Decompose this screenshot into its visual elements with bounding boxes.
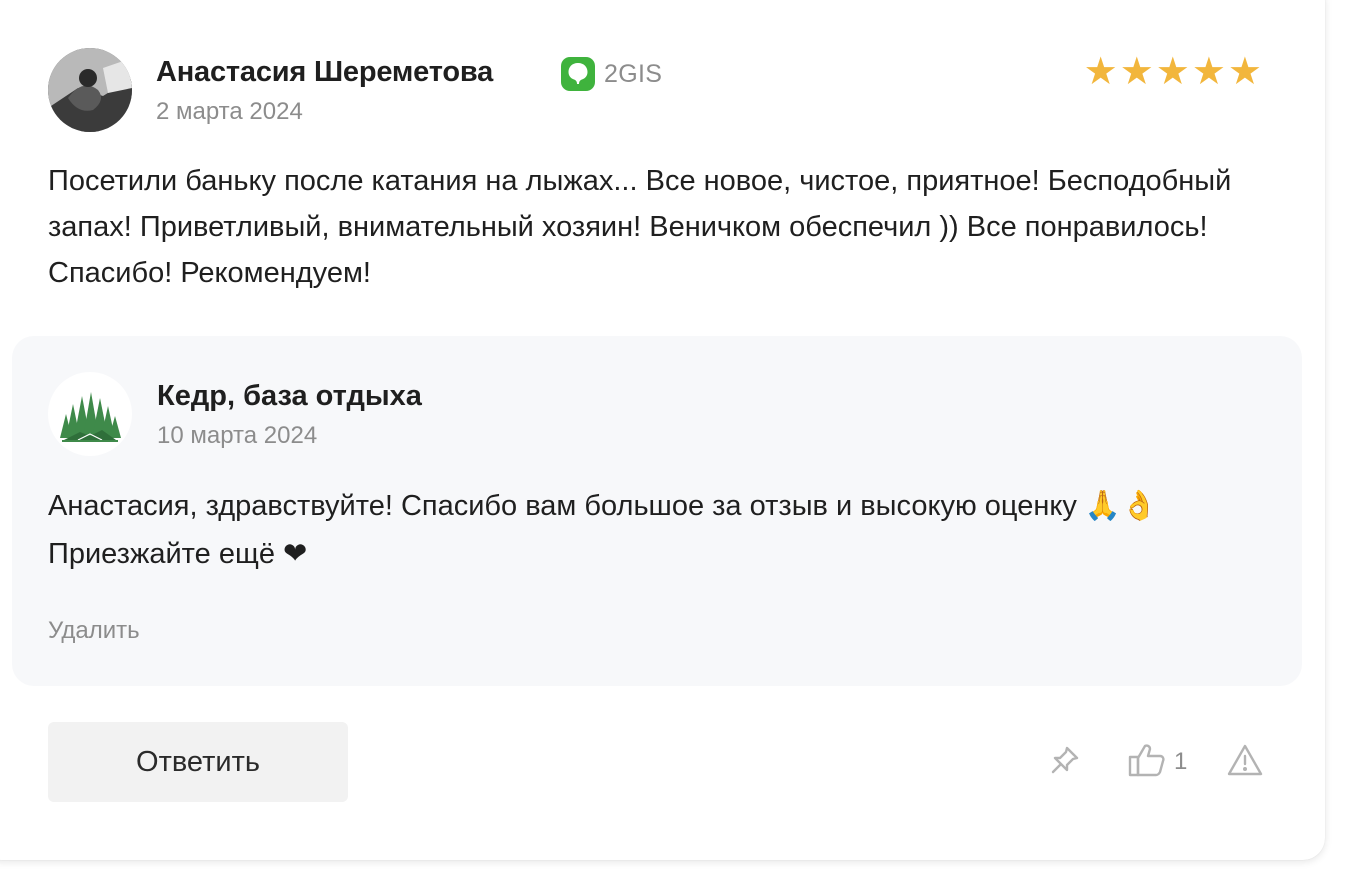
like-count: 1 (1174, 748, 1188, 775)
like-button[interactable]: 1 (1128, 740, 1187, 784)
report-button[interactable] (1226, 740, 1264, 784)
star-icon: ★ (1191, 51, 1226, 93)
star-icon: ★ (1083, 51, 1118, 93)
warning-icon (1226, 743, 1264, 782)
star-icon: ★ (1227, 51, 1262, 93)
reply-text: Анастасия, здравствуйте! Спасибо вам бол… (48, 490, 1158, 570)
company-logo (48, 372, 132, 456)
source-label: 2GIS (604, 59, 663, 88)
star-icon: ★ (1119, 51, 1154, 93)
2gis-icon (561, 57, 595, 91)
pin-icon (1048, 743, 1082, 782)
thumbs-up-icon (1128, 742, 1166, 783)
reply-date: 10 марта 2024 (157, 422, 318, 449)
review-header: Анастасия Шереметова 2GIS 2 марта 2024 ★… (48, 48, 1268, 132)
author-avatar (48, 48, 132, 132)
pin-button[interactable] (1048, 740, 1082, 784)
review-text: Посетили баньку после катания на лыжах..… (48, 165, 1232, 289)
author-name: Анастасия Шереметова (156, 56, 494, 88)
review-actions: 1 (1040, 740, 1270, 784)
company-name: Кедр, база отдыха (157, 380, 422, 412)
reply-button[interactable]: Ответить (48, 722, 348, 802)
review-date: 2 марта 2024 (156, 98, 303, 125)
delete-reply-link[interactable]: Удалить (48, 617, 140, 645)
review-source: 2GIS (561, 57, 662, 91)
star-icon: ★ (1155, 51, 1190, 93)
company-reply: Кедр, база отдыха 10 марта 2024 Анастаси… (12, 336, 1302, 686)
rating-stars: ★ ★ ★ ★ ★ (1084, 52, 1262, 92)
